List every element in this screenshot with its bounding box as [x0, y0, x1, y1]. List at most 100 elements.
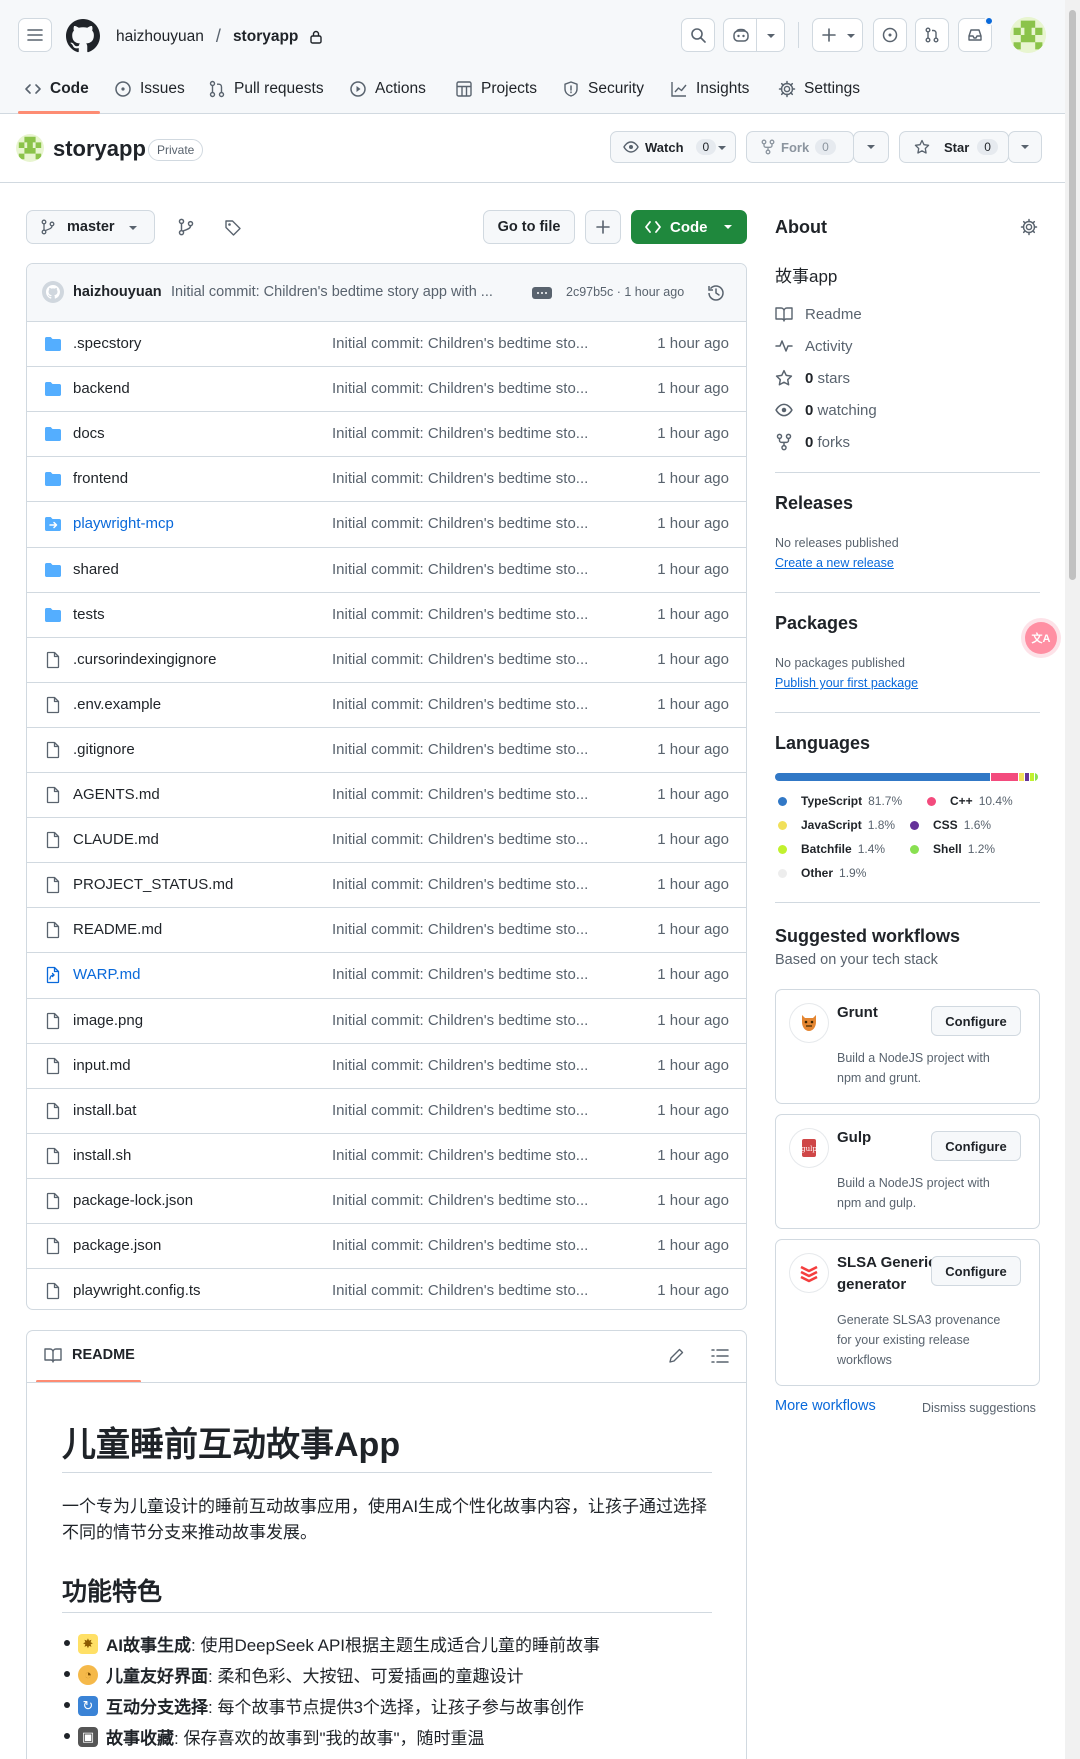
language-item[interactable]: JavaScript 1.8%: [778, 818, 895, 832]
history-icon[interactable]: [706, 283, 726, 303]
dismiss-suggestions-link[interactable]: Dismiss suggestions: [922, 1401, 1036, 1415]
packages-title[interactable]: Packages: [775, 613, 858, 634]
file-name[interactable]: backend: [73, 380, 130, 397]
language-item[interactable]: Shell 1.2%: [910, 842, 995, 856]
file-name[interactable]: docs: [73, 425, 105, 442]
breadcrumb-owner[interactable]: haizhouyuan: [116, 28, 204, 46]
file-commit-message[interactable]: Initial commit: Children's bedtime sto..…: [332, 1192, 588, 1209]
tab-issues[interactable]: Issues: [114, 74, 185, 104]
file-name[interactable]: image.png: [73, 1012, 143, 1029]
publish-package-link[interactable]: Publish your first package: [775, 676, 918, 690]
file-commit-message[interactable]: Initial commit: Children's bedtime sto..…: [332, 515, 588, 532]
file-name[interactable]: .specstory: [73, 335, 141, 352]
readme-link[interactable]: Readme: [775, 305, 862, 323]
file-name[interactable]: playwright-mcp: [73, 515, 174, 532]
scrollbar[interactable]: [1065, 0, 1080, 1759]
file-commit-message[interactable]: Initial commit: Children's bedtime sto..…: [332, 335, 588, 352]
file-commit-message[interactable]: Initial commit: Children's bedtime sto..…: [332, 1147, 588, 1164]
tags-link[interactable]: [224, 219, 242, 237]
watch-button[interactable]: Watch 0: [610, 131, 736, 163]
file-row[interactable]: docs Initial commit: Children's bedtime s…: [27, 411, 746, 456]
file-row[interactable]: .specstory Initial commit: Children's bed…: [27, 321, 746, 366]
configure-button[interactable]: Configure: [931, 1131, 1021, 1161]
stars-link[interactable]: 0 stars: [775, 369, 850, 387]
tab-projects[interactable]: Projects: [455, 74, 537, 104]
scrollbar-thumb[interactable]: [1069, 10, 1076, 580]
tab-actions[interactable]: Actions: [349, 74, 426, 104]
commit-author-avatar[interactable]: [42, 281, 64, 303]
file-name[interactable]: .cursorindexingignore: [73, 651, 216, 668]
fork-dropdown-button[interactable]: [853, 131, 889, 163]
tab-code[interactable]: Code: [24, 74, 89, 104]
outline-icon[interactable]: [711, 1348, 729, 1364]
repo-name[interactable]: storyapp: [53, 136, 146, 162]
file-commit-message[interactable]: Initial commit: Children's bedtime sto..…: [332, 561, 588, 578]
file-row[interactable]: package-lock.json Initial commit: Childre…: [27, 1177, 746, 1223]
file-row[interactable]: CLAUDE.md Initial commit: Children's bedt…: [27, 817, 746, 862]
file-row[interactable]: image.png Initial commit: Children's bedt…: [27, 997, 746, 1043]
file-row[interactable]: playwright.config.ts Initial commit: Chil…: [27, 1268, 746, 1313]
pull-requests-button[interactable]: [915, 18, 949, 52]
file-row[interactable]: shared Initial commit: Children's bedtime…: [27, 546, 746, 592]
activity-link[interactable]: Activity: [775, 337, 853, 355]
tab-insights[interactable]: Insights: [670, 74, 749, 104]
go-to-file-button[interactable]: Go to file: [483, 210, 575, 244]
file-name[interactable]: README.md: [73, 921, 162, 938]
file-name[interactable]: install.bat: [73, 1102, 136, 1119]
file-commit-message[interactable]: Initial commit: Children's bedtime sto..…: [332, 1282, 588, 1299]
file-name[interactable]: package.json: [73, 1237, 161, 1254]
file-name[interactable]: package-lock.json: [73, 1192, 193, 1209]
add-file-button[interactable]: [585, 210, 621, 244]
file-name[interactable]: AGENTS.md: [73, 786, 160, 803]
create-release-link[interactable]: Create a new release: [775, 556, 894, 570]
file-row[interactable]: frontend Initial commit: Children's bedti…: [27, 456, 746, 501]
file-commit-message[interactable]: Initial commit: Children's bedtime sto..…: [332, 651, 588, 668]
file-name[interactable]: playwright.config.ts: [73, 1282, 201, 1299]
breadcrumb-repo[interactable]: storyapp: [233, 28, 298, 46]
configure-button[interactable]: Configure: [931, 1006, 1021, 1036]
file-commit-message[interactable]: Initial commit: Children's bedtime sto..…: [332, 425, 588, 442]
file-name[interactable]: input.md: [73, 1057, 131, 1074]
file-commit-message[interactable]: Initial commit: Children's bedtime sto..…: [332, 831, 588, 848]
branches-link[interactable]: [178, 218, 194, 236]
language-item[interactable]: Other 1.9%: [778, 866, 866, 880]
file-commit-message[interactable]: Initial commit: Children's bedtime sto..…: [332, 741, 588, 758]
translate-button[interactable]: 文A: [1025, 622, 1057, 654]
fork-button[interactable]: Fork 0: [746, 131, 854, 163]
commit-hash-time[interactable]: 2c97b5c · 1 hour ago: [566, 285, 684, 299]
file-commit-message[interactable]: Initial commit: Children's bedtime sto..…: [332, 1057, 588, 1074]
file-commit-message[interactable]: Initial commit: Children's bedtime sto..…: [332, 1102, 588, 1119]
file-row[interactable]: .cursorindexingignore Initial commit: Chi…: [27, 636, 746, 682]
file-commit-message[interactable]: Initial commit: Children's bedtime sto..…: [332, 1237, 588, 1254]
file-row[interactable]: WARP.md Initial commit: Children's bedtim…: [27, 952, 746, 997]
branch-selector[interactable]: master: [26, 210, 155, 244]
releases-title[interactable]: Releases: [775, 493, 853, 514]
commit-author[interactable]: haizhouyuan: [73, 284, 162, 300]
file-commit-message[interactable]: Initial commit: Children's bedtime sto..…: [332, 921, 588, 938]
file-row[interactable]: .env.example Initial commit: Children's b…: [27, 681, 746, 727]
issues-button[interactable]: [873, 18, 907, 52]
tab-settings[interactable]: Settings: [778, 74, 860, 104]
tab-security[interactable]: Security: [562, 74, 644, 104]
file-commit-message[interactable]: Initial commit: Children's bedtime sto..…: [332, 470, 588, 487]
file-commit-message[interactable]: Initial commit: Children's bedtime sto..…: [332, 786, 588, 803]
language-item[interactable]: C++ 10.4%: [927, 794, 1013, 808]
file-row[interactable]: .gitignore Initial commit: Children's bed…: [27, 726, 746, 772]
language-item[interactable]: Batchfile 1.4%: [778, 842, 885, 856]
github-logo-icon[interactable]: [66, 19, 100, 53]
watching-link[interactable]: 0 watching: [775, 401, 877, 419]
file-row[interactable]: input.md Initial commit: Children's bedti…: [27, 1042, 746, 1088]
file-row[interactable]: AGENTS.md Initial commit: Children's bedt…: [27, 772, 746, 817]
file-name[interactable]: tests: [73, 606, 105, 623]
file-name[interactable]: .gitignore: [73, 741, 135, 758]
star-button[interactable]: Star 0: [899, 131, 1009, 163]
star-dropdown-button[interactable]: [1008, 131, 1042, 163]
avatar[interactable]: [1010, 17, 1046, 53]
file-row[interactable]: playwright-mcp Initial commit: Children's…: [27, 501, 746, 546]
file-commit-message[interactable]: Initial commit: Children's bedtime sto..…: [332, 606, 588, 623]
about-settings-icon[interactable]: [1020, 218, 1038, 236]
search-button[interactable]: [681, 18, 715, 52]
language-item[interactable]: TypeScript 81.7%: [778, 794, 902, 808]
menu-button[interactable]: [18, 18, 52, 52]
file-row[interactable]: PROJECT_STATUS.md Initial commit: Childre…: [27, 862, 746, 907]
